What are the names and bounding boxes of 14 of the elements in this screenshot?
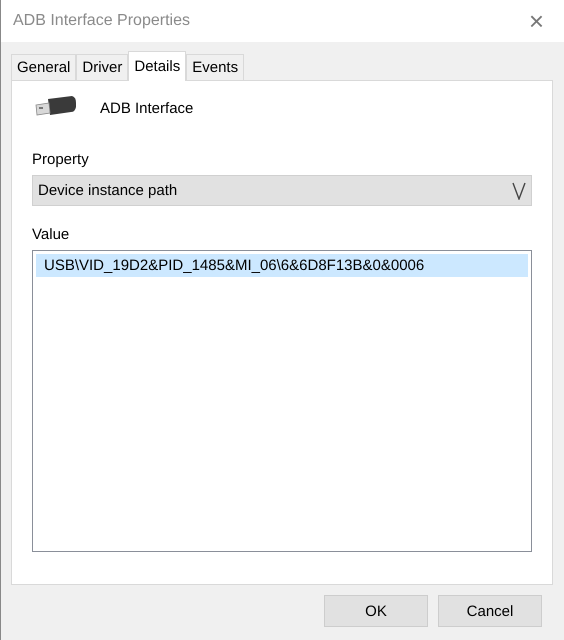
- device-name: ADB Interface: [100, 100, 194, 117]
- list-item[interactable]: USB\VID_19D2&PID_1485&MI_06\6&6D8F13B&0&0006: [36, 254, 528, 277]
- close-button[interactable]: ×: [522, 6, 550, 36]
- ok-button[interactable]: OK: [324, 595, 428, 627]
- chevron-down-icon: [512, 182, 526, 200]
- tab[interactable]: General: [11, 54, 76, 80]
- tab[interactable]: Details: [128, 51, 186, 81]
- property-dropdown[interactable]: Device instance path: [32, 175, 532, 206]
- window-title: ADB Interface Properties: [13, 12, 190, 30]
- cancel-button[interactable]: Cancel: [438, 595, 542, 627]
- property-label: Property: [32, 151, 90, 168]
- tab[interactable]: Events: [186, 54, 244, 80]
- tab[interactable]: Driver: [76, 54, 128, 80]
- value-label: Value: [32, 226, 70, 243]
